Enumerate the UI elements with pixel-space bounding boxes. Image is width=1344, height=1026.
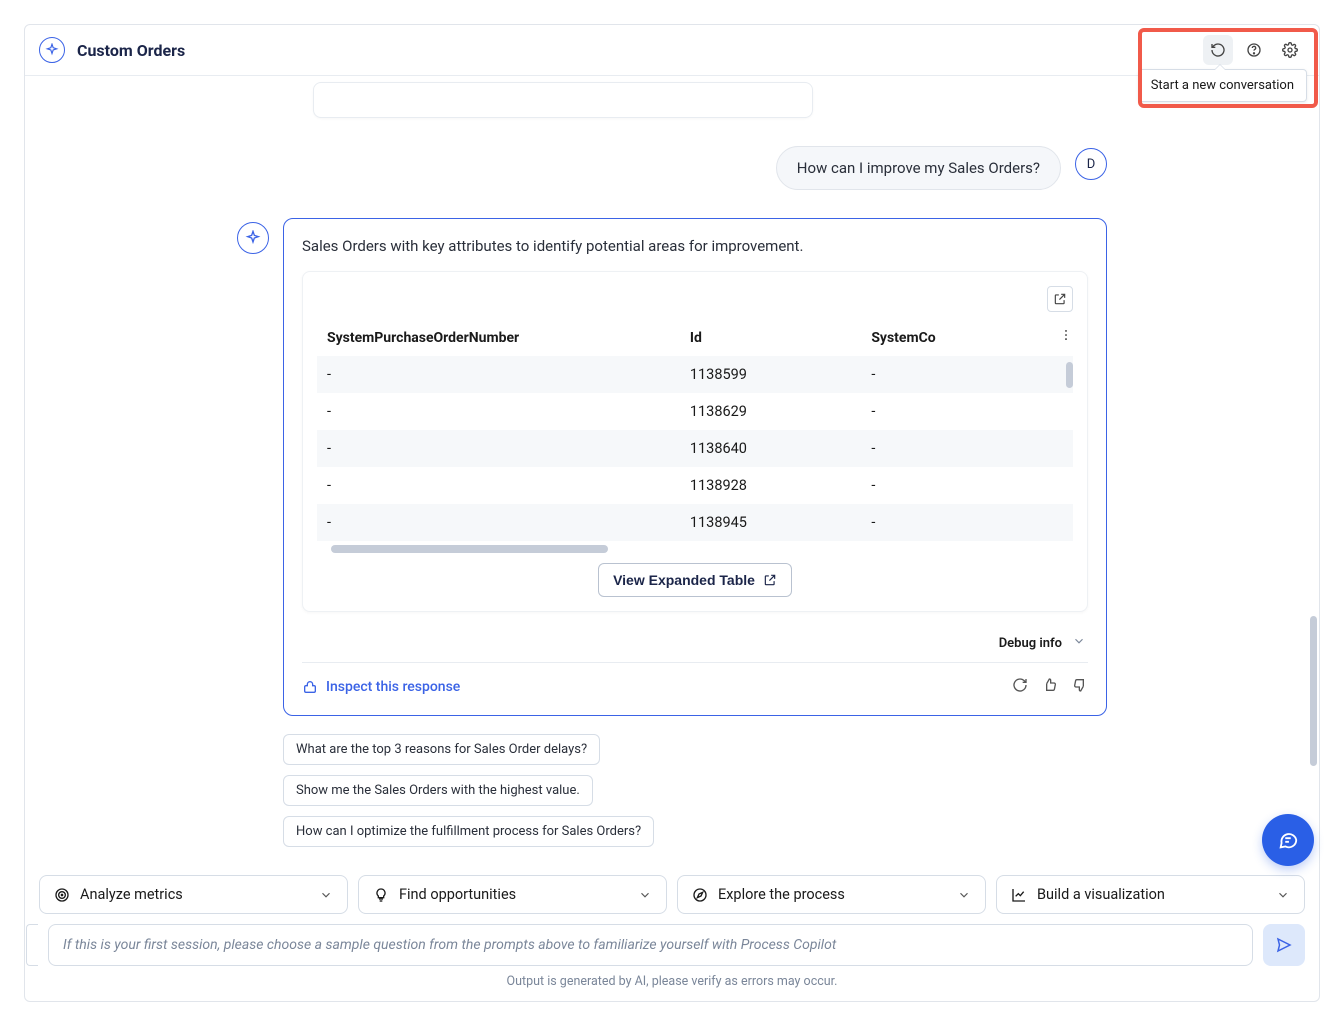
- prompt-input[interactable]: If this is your first session, please ch…: [48, 924, 1253, 966]
- ai-response-card: Sales Orders with key attributes to iden…: [283, 218, 1107, 716]
- scrollbar-thumb[interactable]: [1310, 616, 1317, 766]
- user-message-bubble: How can I improve my Sales Orders?: [776, 146, 1061, 190]
- chevron-down-icon: [319, 888, 333, 902]
- user-avatar: D: [1075, 148, 1107, 180]
- chevron-down-icon: [1072, 634, 1086, 652]
- bottom-panel: Analyze metrics Find opportunities Explo…: [25, 865, 1319, 1001]
- table-row: -1138945-: [317, 504, 1073, 541]
- suggestion-chip[interactable]: What are the top 3 reasons for Sales Ord…: [283, 734, 600, 765]
- target-icon: [54, 887, 70, 903]
- refresh-icon[interactable]: [1203, 35, 1233, 65]
- column-header[interactable]: Id: [680, 320, 861, 356]
- chat-fab-button[interactable]: [1262, 814, 1314, 866]
- user-message-row: How can I improve my Sales Orders? D: [237, 146, 1107, 190]
- table-row: -1138629-: [317, 393, 1073, 430]
- table-hscroll-track[interactable]: [331, 545, 1059, 553]
- lightbulb-icon: [373, 887, 389, 903]
- compass-icon: [692, 887, 708, 903]
- thumbs-up-icon[interactable]: [1042, 677, 1058, 697]
- sparkle-icon: [237, 222, 269, 254]
- chevron-down-icon: [1276, 888, 1290, 902]
- regenerate-icon[interactable]: [1012, 677, 1028, 697]
- response-footer: Inspect this response: [302, 663, 1088, 697]
- debug-info-toggle[interactable]: Debug info: [302, 616, 1088, 663]
- dropdown-analyze-metrics[interactable]: Analyze metrics: [39, 875, 348, 914]
- app-frame: Custom Orders Start a new conversation H…: [24, 24, 1320, 1002]
- help-icon[interactable]: [1239, 35, 1269, 65]
- sparkle-logo-icon: [39, 37, 65, 63]
- table-hscroll-thumb[interactable]: [331, 545, 608, 553]
- prompt-category-row: Analyze metrics Find opportunities Explo…: [39, 875, 1305, 914]
- suggestion-chip[interactable]: How can I optimize the fulfillment proce…: [283, 816, 654, 847]
- data-table-card: SystemPurchaseOrderNumber Id SystemCo -1…: [302, 271, 1088, 612]
- suggestion-list: What are the top 3 reasons for Sales Ord…: [283, 734, 1107, 847]
- chevron-down-icon: [638, 888, 652, 902]
- topbar: Custom Orders Start a new conversation: [25, 25, 1319, 76]
- dropdown-build-visualization[interactable]: Build a visualization: [996, 875, 1305, 914]
- inspect-response-link[interactable]: Inspect this response: [302, 679, 460, 695]
- chevron-down-icon: [957, 888, 971, 902]
- more-vertical-icon[interactable]: [1059, 328, 1073, 346]
- ai-response-text: Sales Orders with key attributes to iden…: [302, 237, 1088, 255]
- view-expanded-table-button[interactable]: View Expanded Table: [598, 563, 792, 597]
- page-title: Custom Orders: [77, 41, 185, 60]
- open-external-icon[interactable]: [1047, 286, 1073, 312]
- data-table: SystemPurchaseOrderNumber Id SystemCo -1…: [317, 320, 1073, 541]
- suggestion-chip[interactable]: Show me the Sales Orders with the highes…: [283, 775, 593, 806]
- send-button[interactable]: [1263, 924, 1305, 966]
- table-vscroll-thumb[interactable]: [1066, 362, 1073, 388]
- ai-response-row: Sales Orders with key attributes to iden…: [237, 218, 1107, 716]
- column-header[interactable]: SystemCo: [861, 320, 1073, 356]
- dropdown-find-opportunities[interactable]: Find opportunities: [358, 875, 667, 914]
- column-header[interactable]: SystemPurchaseOrderNumber: [317, 320, 680, 356]
- table-row: -1138640-: [317, 430, 1073, 467]
- dropdown-explore-process[interactable]: Explore the process: [677, 875, 986, 914]
- table-row: -1138928-: [317, 467, 1073, 504]
- chart-icon: [1011, 887, 1027, 903]
- thumbs-down-icon[interactable]: [1072, 677, 1088, 697]
- previous-card-partial: [313, 82, 813, 118]
- chat-scroll-area[interactable]: How can I improve my Sales Orders? D Sal…: [25, 76, 1319, 865]
- ai-disclaimer: Output is generated by AI, please verify…: [39, 974, 1305, 989]
- table-row: -1138599-: [317, 356, 1073, 393]
- top-actions: [1203, 35, 1305, 65]
- gear-icon[interactable]: [1275, 35, 1305, 65]
- input-left-tab[interactable]: [26, 924, 38, 966]
